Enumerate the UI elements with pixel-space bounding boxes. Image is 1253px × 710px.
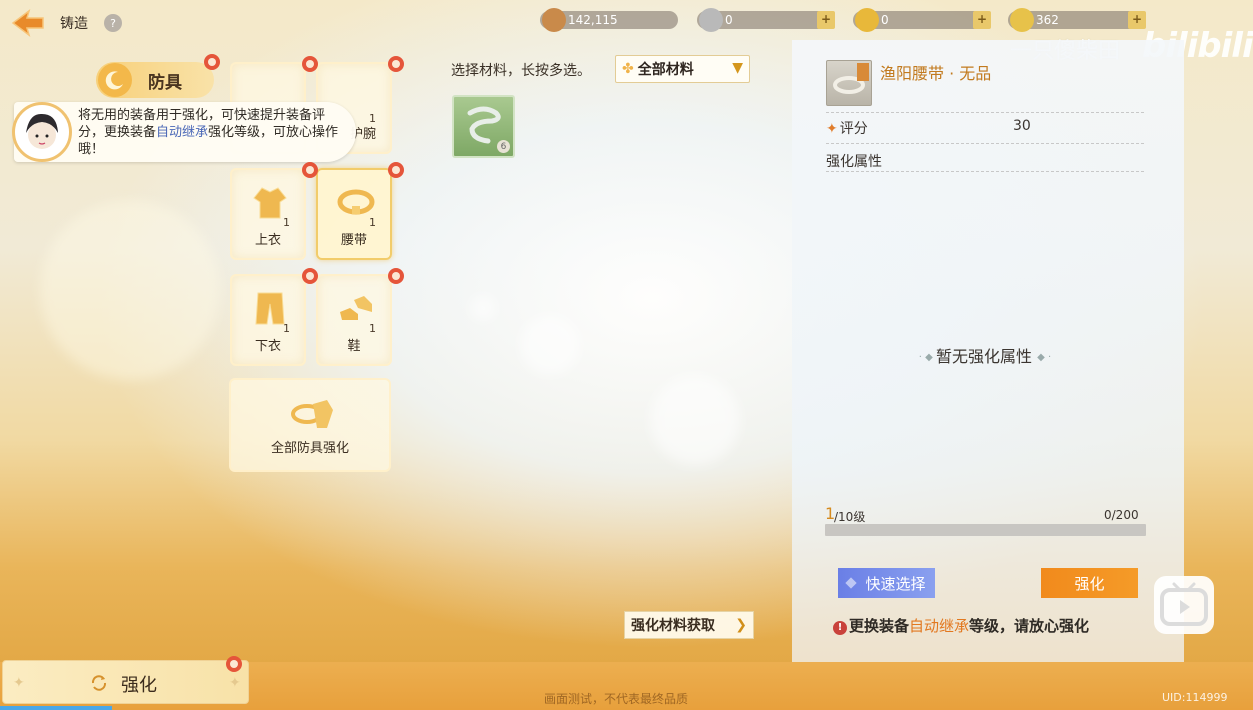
resource-value: 142,115	[568, 13, 618, 27]
light-orb	[40, 200, 220, 380]
resource-silver: 0 +	[697, 8, 835, 32]
item-count: 1	[283, 322, 290, 335]
red-dot-icon	[226, 656, 242, 672]
video-progress	[0, 706, 112, 710]
page-title: 铸造	[60, 16, 88, 32]
red-dot-icon	[388, 162, 404, 178]
resource-value: 0	[881, 13, 889, 27]
category-tab-armor[interactable]: 防具	[96, 62, 214, 98]
divider	[826, 112, 1144, 113]
red-dot-icon	[388, 56, 404, 72]
warning-icon: !	[833, 621, 847, 635]
divider	[826, 143, 1144, 144]
refresh-icon	[91, 675, 107, 691]
chevron-down-icon: ▼	[732, 60, 743, 76]
red-dot-icon	[204, 54, 220, 70]
equip-slot-bottom[interactable]: 1 下衣	[230, 274, 306, 366]
red-dot-icon	[302, 162, 318, 178]
decor-icon: ✦	[229, 675, 241, 691]
red-dot-icon	[302, 56, 318, 72]
resource-ingot: 362 +	[1008, 8, 1146, 32]
add-gold-button[interactable]: +	[973, 11, 991, 29]
equip-slot-shoes[interactable]: 1 鞋	[316, 274, 392, 366]
material-filter-value: 全部材料	[637, 62, 694, 78]
item-name: 渔阳腰带 · 无品	[880, 64, 992, 83]
resource-copper: 142,115	[540, 8, 678, 32]
uid-label: UID:114999	[1162, 691, 1228, 704]
diamond-icon: · ◆	[918, 352, 937, 363]
score-label: ✦ 评分	[826, 118, 868, 138]
tooltip-text: 将无用的装备用于强化，可快速提升装备评分，更换装备自动继承强化等级，可放心操作哦…	[78, 107, 350, 158]
bottom-tab-enhance[interactable]: ✦ 强化 ✦	[2, 660, 249, 704]
item-count: 1	[369, 322, 376, 335]
all-armor-enhance-button[interactable]: 全部防具强化	[229, 378, 391, 472]
enhance-button[interactable]: 强化	[1041, 568, 1138, 598]
score-label-text: 评分	[839, 121, 868, 137]
slot-label: 腰带	[340, 233, 367, 248]
slot-label: 下衣	[254, 339, 281, 354]
acquire-label: 强化材料获取	[631, 618, 715, 634]
tooltip-highlight: 自动继承	[156, 125, 209, 140]
gem-icon	[845, 577, 858, 589]
equip-slot-belt[interactable]: 1 腰带	[316, 168, 392, 260]
star-icon: ✦	[826, 121, 838, 137]
enhance-notice: ! 更换装备自动继承等级，请放心强化	[833, 615, 1089, 636]
notice-text: 等级，请放心强化	[969, 617, 1090, 635]
bilibili-tv-icon[interactable]	[1154, 576, 1214, 634]
test-caption: 画面测试，不代表最终品质	[544, 692, 689, 706]
diamond-icon: ◆ ·	[1037, 352, 1052, 363]
slot-label: 上衣	[254, 233, 281, 248]
item-thumbnail	[826, 60, 872, 106]
enhance-exp-text: 0/200	[1104, 508, 1139, 522]
category-label: 防具	[148, 72, 182, 93]
slot-label: 鞋	[347, 339, 361, 354]
light-orb	[650, 375, 740, 465]
light-orb	[520, 315, 580, 375]
red-dot-icon	[302, 268, 318, 284]
material-item[interactable]: 6	[452, 95, 515, 158]
enhance-attr-label: 强化属性	[826, 154, 882, 170]
slot-label: 全部防具强化	[270, 441, 349, 456]
resource-gold: 0 +	[853, 8, 991, 32]
material-level: 6	[497, 140, 510, 153]
score-value: 30	[1013, 118, 1031, 134]
guide-tooltip: 将无用的装备用于强化，可快速提升装备评分，更换装备自动继承强化等级，可放心操作哦…	[12, 102, 356, 162]
quick-select-label: 快速选择	[865, 574, 926, 593]
material-filter-dropdown[interactable]: ✤ 全部材料 ▼	[615, 55, 750, 83]
back-button[interactable]	[10, 6, 46, 40]
decor-icon: ✦	[13, 675, 25, 691]
flower-icon: ✤	[622, 61, 634, 77]
help-icon[interactable]: ?	[104, 14, 122, 32]
armor-set-icon	[291, 400, 333, 428]
material-acquire-button[interactable]: 强化材料获取 ❯	[624, 611, 754, 639]
item-count: 1	[283, 216, 290, 229]
moon-icon	[98, 63, 132, 97]
resource-value: 362	[1036, 13, 1059, 27]
back-arrow-icon	[11, 9, 44, 37]
npc-avatar	[12, 102, 72, 162]
silver-icon	[699, 8, 723, 32]
add-silver-button[interactable]: +	[817, 11, 835, 29]
quick-select-button[interactable]: 快速选择	[838, 568, 935, 598]
item-count: 1	[369, 216, 376, 229]
divider	[826, 171, 1144, 172]
ingot-icon	[1010, 8, 1034, 32]
bottom-tab-label: 强化	[121, 675, 157, 696]
enhance-level-max: /10级	[834, 510, 866, 524]
copper-coin-icon	[542, 8, 566, 32]
light-orb	[470, 295, 496, 321]
notice-text: 更换装备	[849, 617, 910, 635]
resource-value: 0	[725, 13, 733, 27]
no-attr-message: · ◆ 暂无强化属性 ◆ ·	[880, 343, 1090, 367]
item-tag-icon	[857, 63, 869, 81]
no-attr-text: 暂无强化属性	[936, 347, 1033, 366]
gold-icon	[855, 8, 879, 32]
enhance-exp-bar	[825, 524, 1146, 536]
red-dot-icon	[388, 268, 404, 284]
equip-slot-top[interactable]: 1 上衣	[230, 168, 306, 260]
chevron-right-icon: ❯	[735, 617, 747, 633]
material-prompt: 选择材料，长按多选。	[451, 63, 591, 79]
notice-highlight: 自动继承	[909, 617, 970, 635]
